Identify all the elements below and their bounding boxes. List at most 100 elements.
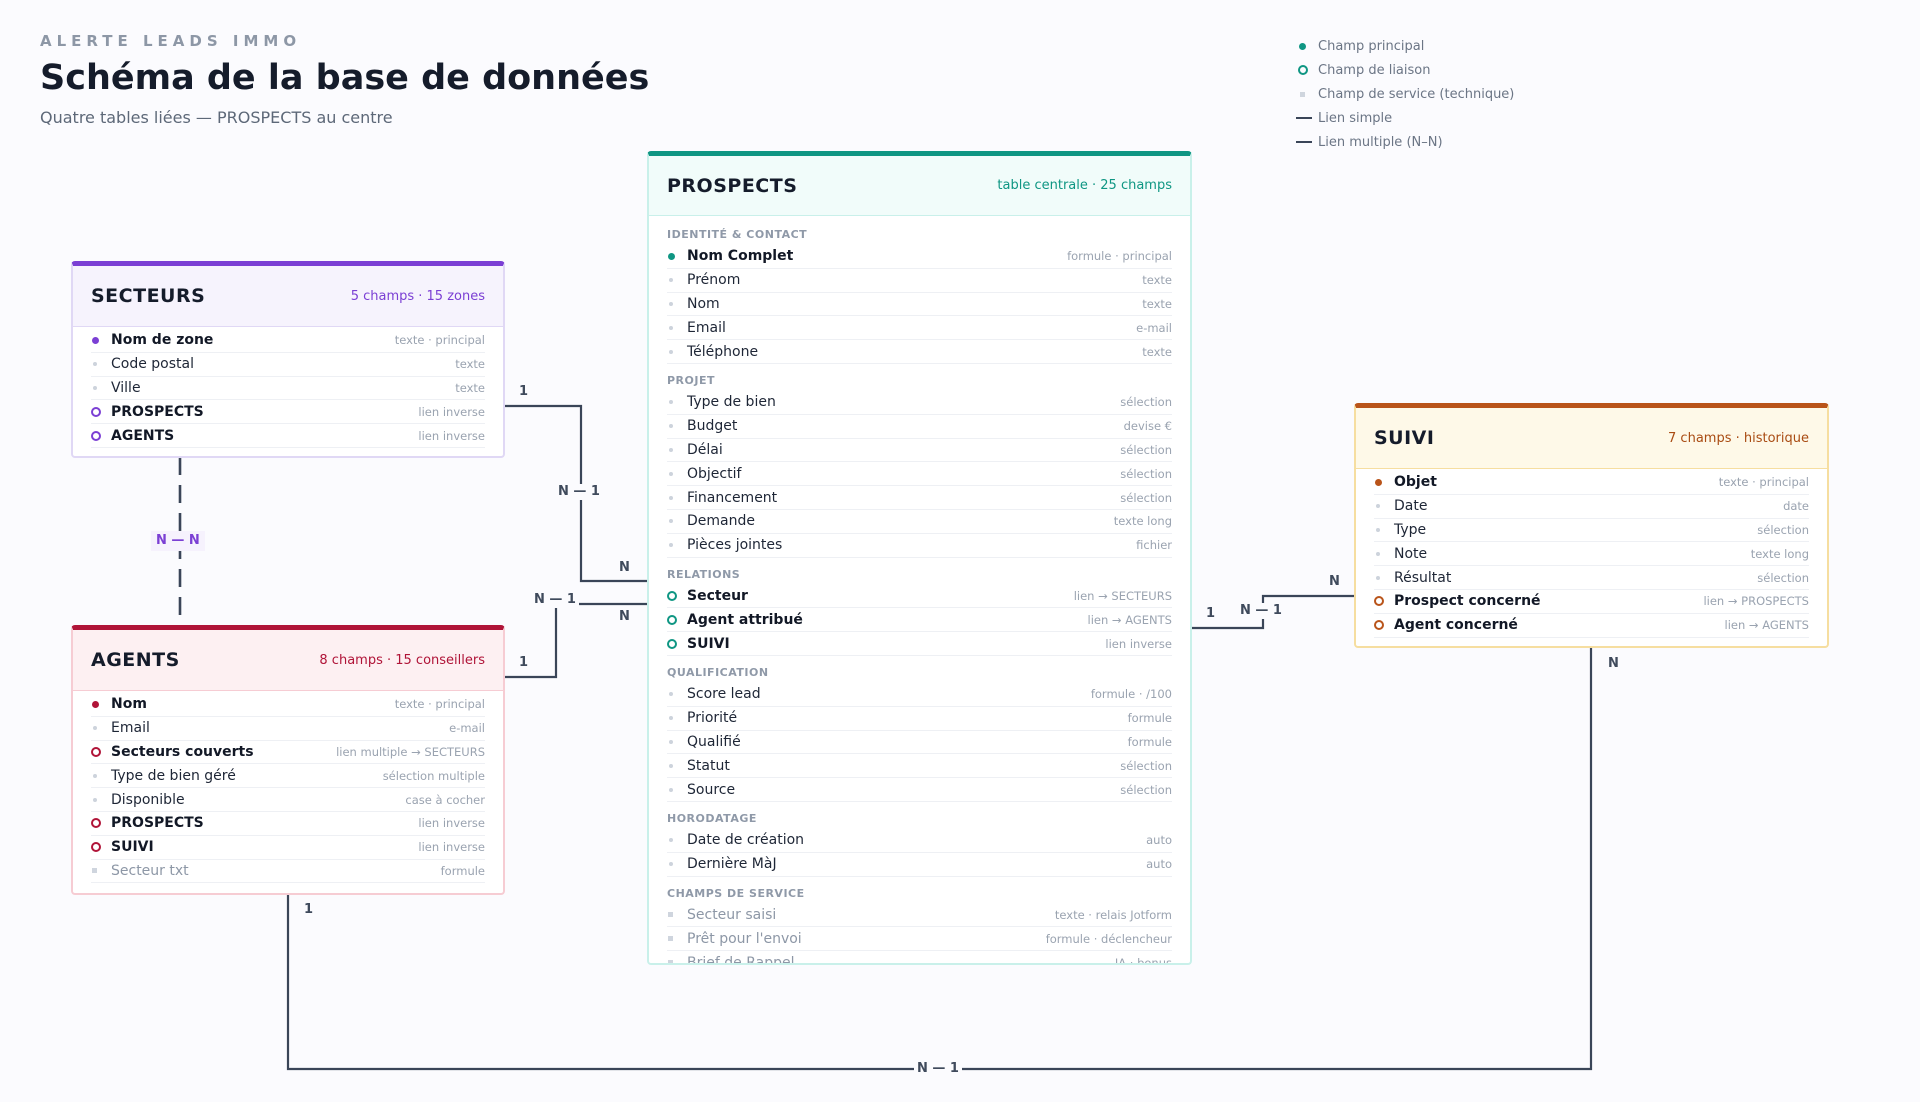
field-name: Nom Complet (687, 248, 794, 265)
field-name: Date de création (687, 832, 805, 849)
field-type: devise € (1123, 419, 1172, 434)
field-row[interactable]: Email e-mail (667, 316, 1172, 341)
field-row[interactable]: Nom texte · principal (91, 693, 485, 717)
field-row[interactable]: Secteurs couverts lien multiple → SECTEUR… (91, 741, 485, 765)
table-header: AGENTS 8 champs · 15 conseillers (73, 630, 503, 691)
field-row[interactable]: Secteur txt formule (91, 860, 485, 884)
field-row[interactable]: Qualifié formule (667, 731, 1172, 755)
field-row[interactable]: Pièces jointes fichier (667, 534, 1172, 558)
field-type: lien inverse (418, 404, 485, 419)
field-row[interactable]: Nom Complet formule · principal (667, 245, 1172, 269)
table-body: Nom texte · principal Email e-mail Secteurs … (73, 691, 503, 891)
field-row[interactable]: Secteur lien → SECTEURS (667, 585, 1172, 609)
field-row[interactable]: Score lead formule · /100 (667, 683, 1172, 707)
link-ring-icon (667, 614, 677, 625)
field-row[interactable]: Prénom texte (667, 269, 1172, 293)
field-row[interactable]: Statut sélection (667, 754, 1172, 779)
field-name: Disponible (111, 791, 185, 808)
cardinality-label: 1 (519, 384, 529, 399)
field-type: e-mail (1136, 320, 1172, 335)
field-type: texte long (1113, 514, 1172, 529)
field-row[interactable]: Prêt pour l'envoi formule · déclencheur (667, 927, 1172, 952)
field-row[interactable]: Email e-mail (91, 717, 485, 741)
field-row[interactable]: Demande texte long (667, 510, 1172, 534)
field-row[interactable]: Objet texte · principal (1374, 471, 1809, 495)
plain-dot-icon (669, 349, 673, 354)
field-row[interactable]: Code postal texte (91, 353, 485, 377)
field-row[interactable]: Téléphone texte (667, 340, 1172, 364)
field-row[interactable]: Secteur saisi texte · relais Jotform (667, 904, 1172, 928)
plain-dot-icon (669, 278, 673, 283)
plain-dot-icon (669, 787, 673, 792)
table-prospects[interactable]: PROSPECTS table centrale · 25 champs IDE… (647, 151, 1192, 965)
field-row[interactable]: Nom texte (667, 293, 1172, 317)
field-row[interactable]: Type de bien géré sélection multiple (91, 764, 485, 789)
field-row[interactable]: PROSPECTS lien inverse (91, 400, 485, 425)
field-row[interactable]: Objectif sélection (667, 462, 1172, 487)
field-row[interactable]: Note texte long (1374, 542, 1809, 567)
table-body: IDENTITÉ & CONTACT Nom Complet formule · p… (649, 216, 1190, 963)
field-type: sélection multiple (382, 768, 485, 783)
field-type: sélection (1120, 395, 1172, 410)
field-row[interactable]: Source sélection (667, 778, 1172, 802)
link-ring-icon (91, 406, 101, 417)
field-name: Pièces jointes (687, 537, 783, 554)
field-type: texte (1142, 273, 1172, 288)
field-type: lien multiple → SECTEURS (336, 744, 485, 759)
link-ring-icon (667, 590, 677, 601)
field-row[interactable]: Date de création auto (667, 829, 1172, 853)
plain-dot-icon (1376, 504, 1380, 509)
field-row[interactable]: AGENTS lien inverse (91, 424, 485, 448)
field-type: texte · principal (394, 333, 485, 348)
field-type: formule (440, 863, 485, 878)
field-type: texte (455, 357, 485, 372)
field-row[interactable]: Type sélection (1374, 519, 1809, 543)
field-type: texte · relais Jotform (1054, 907, 1172, 922)
cardinality-label: N (1329, 574, 1340, 589)
table-name: SECTEURS (91, 285, 206, 307)
field-row[interactable]: Priorité formule (667, 707, 1172, 731)
field-row[interactable]: Nom de zone texte · principal (91, 329, 485, 353)
field-row[interactable]: Budget devise € (667, 415, 1172, 439)
field-name: Qualifié (687, 733, 741, 750)
cardinality-label: N (619, 560, 630, 575)
field-row[interactable]: Agent concerné lien → AGENTS (1374, 614, 1809, 638)
field-row[interactable]: Disponible case à cocher (91, 788, 485, 812)
field-row[interactable]: PROSPECTS lien inverse (91, 812, 485, 836)
service-square-icon (92, 868, 97, 874)
relation-label-suivi-prospects: N — 1 (1237, 603, 1285, 619)
field-row[interactable]: Ville texte (91, 377, 485, 401)
field-type: sélection (1120, 490, 1172, 505)
link-ring-icon (1374, 620, 1384, 631)
section-title: HORODATAGE (667, 811, 757, 825)
field-row[interactable]: Type de bien sélection (667, 391, 1172, 415)
field-type: sélection (1120, 758, 1172, 773)
table-secteurs[interactable]: SECTEURS 5 champs · 15 zones Nom de zone… (71, 261, 505, 458)
field-type: lien inverse (418, 840, 485, 855)
field-name: Secteurs couverts (111, 743, 254, 760)
field-row[interactable]: Financement sélection (667, 486, 1172, 510)
table-agents[interactable]: AGENTS 8 champs · 15 conseillers Nom text… (71, 625, 505, 895)
field-row[interactable]: Dernière MàJ auto (667, 853, 1172, 877)
cardinality-label: N (619, 609, 630, 624)
table-suivi[interactable]: SUIVI 7 champs · historique Objet texte ·… (1354, 403, 1829, 648)
field-name: Secteur (687, 587, 748, 604)
field-row[interactable]: Brief de Rappel IA · bonus (667, 951, 1172, 963)
field-name: Priorité (687, 710, 738, 727)
field-row[interactable]: Délai sélection (667, 439, 1172, 463)
relation-label-secteurs-agents: N — N (151, 531, 205, 551)
plain-dot-icon (669, 301, 673, 306)
plain-dot-icon (669, 495, 673, 500)
field-row[interactable]: SUIVI lien inverse (91, 836, 485, 860)
field-row[interactable]: Date date (1374, 495, 1809, 519)
field-type: date (1783, 499, 1809, 514)
field-type: sélection (1757, 570, 1809, 585)
field-row[interactable]: SUIVI lien inverse (667, 632, 1172, 656)
link-ring-icon (1374, 596, 1384, 607)
field-row[interactable]: Résultat sélection (1374, 566, 1809, 590)
field-row[interactable]: Prospect concerné lien → PROSPECTS (1374, 590, 1809, 614)
field-row[interactable]: Agent attribué lien → AGENTS (667, 608, 1172, 633)
field-type: lien inverse (418, 428, 485, 443)
plain-dot-icon (93, 726, 97, 731)
field-type: texte · principal (394, 697, 485, 712)
